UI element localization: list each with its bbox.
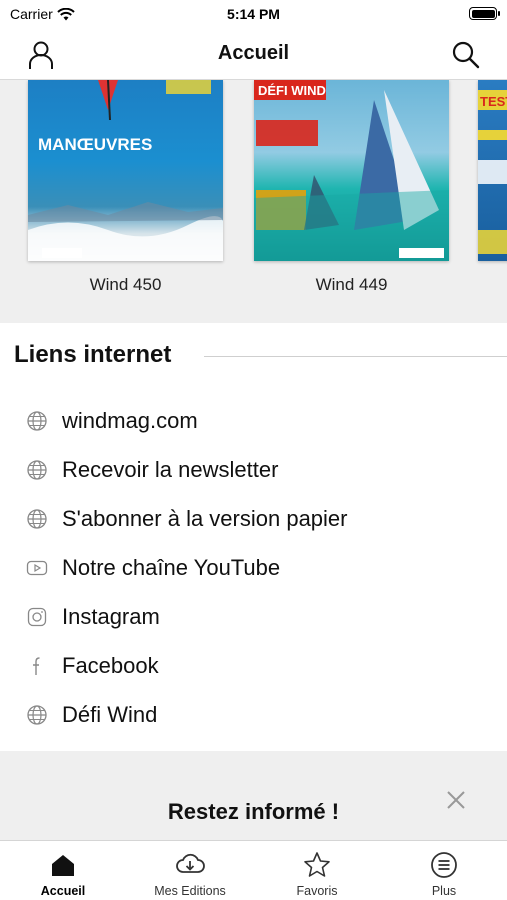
link-label: Recevoir la newsletter — [62, 457, 279, 482]
link-youtube[interactable]: Notre chaîne YouTube — [0, 548, 507, 588]
link-instagram[interactable]: Instagram — [0, 597, 507, 637]
globe-icon — [27, 411, 47, 431]
globe-icon — [27, 509, 47, 529]
newsletter-banner: Restez informé ! — [0, 751, 507, 840]
status-bar: Carrier 5:14 PM — [0, 0, 507, 30]
cover-label-wind-450[interactable]: Wind 450 — [28, 275, 223, 295]
tab-label: Mes Editions — [154, 884, 226, 898]
cloud-download-icon — [176, 853, 205, 873]
navigation-bar: Accueil — [0, 30, 507, 80]
cover-headline: MANŒUVRES — [38, 135, 152, 154]
close-icon[interactable] — [445, 789, 467, 811]
youtube-icon — [26, 560, 48, 576]
link-defi-wind[interactable]: Défi Wind — [0, 695, 507, 735]
link-facebook[interactable]: Facebook — [0, 646, 507, 686]
divider — [204, 356, 507, 357]
battery-icon — [469, 7, 500, 20]
internet-links-section: Liens internet windmag.com Recevoir la n… — [0, 323, 507, 751]
banner-title: Restez informé ! — [167, 799, 340, 824]
editions-carousel[interactable]: MANŒUVRES Wind 450 DÉFI WIND Wind 449 TE… — [0, 80, 507, 323]
tab-accueil[interactable]: Accueil — [0, 841, 126, 900]
globe-icon — [27, 705, 47, 725]
link-label: Instagram — [62, 604, 160, 629]
link-label: Notre chaîne YouTube — [62, 555, 281, 580]
link-windmag[interactable]: windmag.com — [0, 401, 507, 441]
link-subscribe-print[interactable]: S'abonner à la version papier — [0, 499, 507, 539]
tab-label: Favoris — [296, 884, 338, 898]
star-icon — [304, 852, 330, 877]
section-title: Liens internet — [14, 341, 194, 369]
cover-wind-450[interactable]: MANŒUVRES — [28, 80, 223, 261]
menu-icon — [431, 852, 457, 878]
link-label: windmag.com — [62, 408, 198, 433]
tab-mes-editions[interactable]: Mes Editions — [127, 841, 253, 900]
tab-plus[interactable]: Plus — [381, 841, 507, 900]
tab-bar: Accueil Mes Editions Favoris Plus — [0, 840, 507, 900]
search-icon[interactable] — [449, 38, 483, 72]
link-label: Facebook — [62, 653, 159, 678]
cover-headline: DÉFI WIND — [258, 83, 326, 98]
cover-label-wind-449[interactable]: Wind 449 — [254, 275, 449, 295]
tab-label: Accueil — [40, 884, 86, 898]
globe-icon — [27, 460, 47, 480]
cover-headline: TEST — [480, 94, 507, 109]
link-label: S'abonner à la version papier — [62, 506, 348, 531]
link-label: Défi Wind — [62, 702, 158, 727]
link-newsletter[interactable]: Recevoir la newsletter — [0, 450, 507, 490]
facebook-icon — [33, 657, 40, 675]
section-header: Liens internet — [14, 341, 507, 371]
tab-favoris[interactable]: Favoris — [254, 841, 380, 900]
cover-art: MANŒUVRES — [28, 80, 223, 261]
cover-wind-449[interactable]: DÉFI WIND — [254, 80, 449, 261]
clock: 5:14 PM — [227, 6, 280, 22]
instagram-icon — [27, 607, 47, 627]
page-title: Accueil — [217, 42, 290, 64]
cover-art: TEST — [478, 90, 507, 254]
tab-label: Plus — [431, 884, 457, 898]
cover-next-edition[interactable]: TEST — [478, 80, 507, 261]
cover-art: DÉFI WIND — [254, 80, 449, 261]
home-icon — [52, 855, 74, 876]
